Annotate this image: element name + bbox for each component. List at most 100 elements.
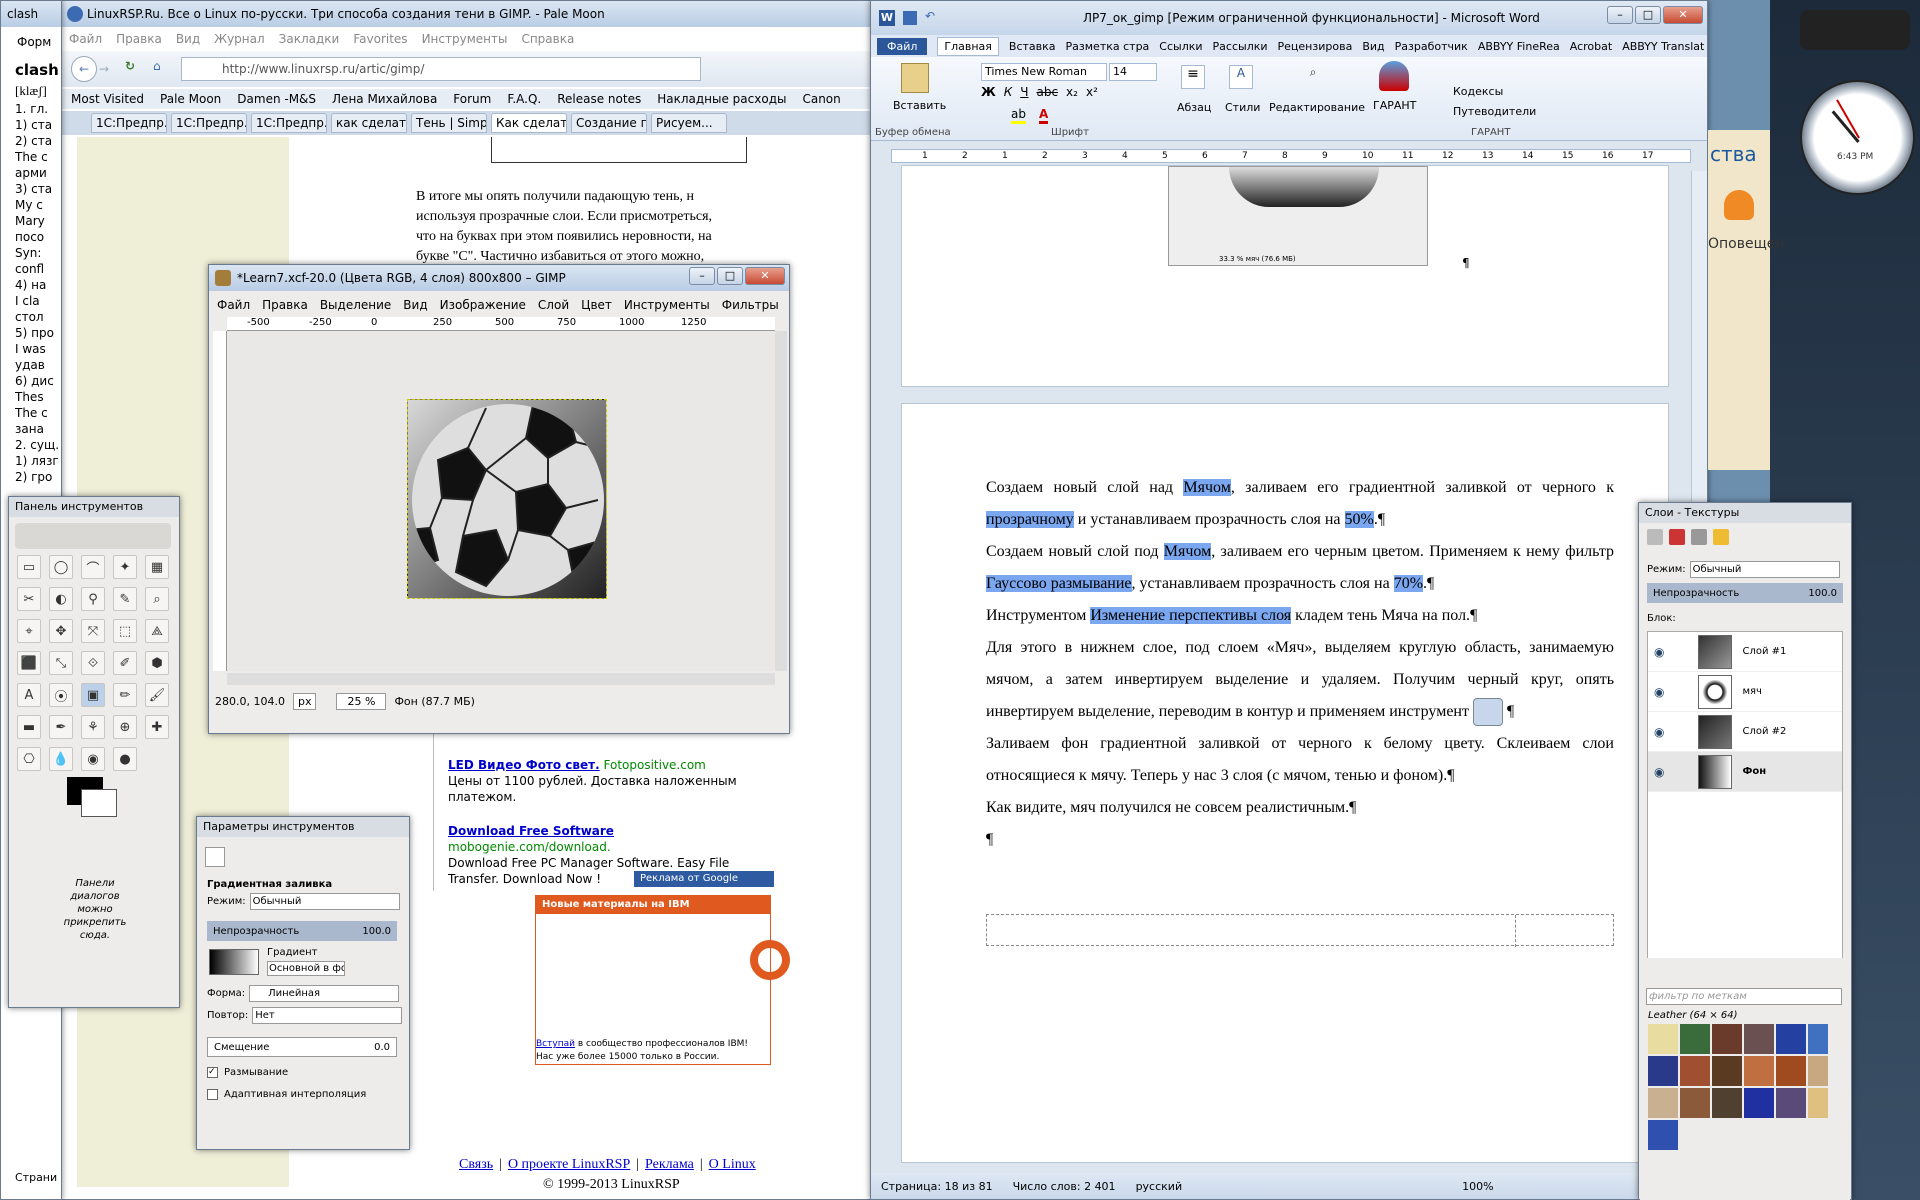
browser-tab[interactable]: 1С:Предпр... bbox=[251, 113, 327, 133]
pattern-grid[interactable] bbox=[1648, 1024, 1828, 1200]
shape-select[interactable]: Линейная bbox=[249, 985, 400, 1002]
gimp-menu-item[interactable]: Фильтры bbox=[722, 295, 779, 315]
strike-button[interactable]: abc bbox=[1036, 85, 1058, 99]
opacity-slider[interactable]: Непрозрачность 100.0 bbox=[207, 921, 397, 941]
footer-link[interactable]: О проекте LinuxRSP bbox=[508, 1157, 630, 1173]
gimp-menu-item[interactable]: Вид bbox=[403, 295, 427, 315]
clone-icon[interactable]: ⊕ bbox=[113, 715, 137, 739]
footer-link[interactable]: Реклама bbox=[645, 1157, 694, 1173]
ribbon-tab[interactable]: Файл bbox=[877, 37, 928, 55]
ribbon-tab[interactable]: Разработчик bbox=[1395, 40, 1468, 53]
pattern-swatch[interactable] bbox=[1808, 1056, 1828, 1086]
bookmark-item[interactable]: Canon bbox=[802, 92, 840, 106]
reload-button[interactable]: ↻ bbox=[125, 59, 145, 79]
pattern-swatch[interactable] bbox=[1712, 1088, 1742, 1118]
zoom-icon[interactable]: ⌕ bbox=[145, 587, 169, 611]
pattern-swatch[interactable] bbox=[1808, 1088, 1828, 1118]
align-icon[interactable]: ⤧ bbox=[81, 619, 105, 643]
status-zoom[interactable]: 100% bbox=[1462, 1180, 1493, 1193]
codex-button[interactable]: Кодексы bbox=[1453, 85, 1503, 98]
airbrush-icon[interactable]: ✒ bbox=[49, 715, 73, 739]
save-icon[interactable] bbox=[903, 11, 917, 25]
eye-icon[interactable]: ◉ bbox=[1654, 685, 1664, 699]
dither-checkbox[interactable]: ✓ bbox=[207, 1067, 218, 1078]
paths-icon[interactable]: ⚲ bbox=[81, 587, 105, 611]
browser-tab[interactable]: как сделать... bbox=[331, 113, 407, 133]
pattern-swatch[interactable] bbox=[1776, 1088, 1806, 1118]
pattern-swatch[interactable] bbox=[1648, 1024, 1678, 1054]
free-select-icon[interactable]: ⌒ bbox=[81, 555, 105, 579]
italic-button[interactable]: К bbox=[1004, 85, 1013, 99]
foreground-select-icon[interactable]: ◐ bbox=[49, 587, 73, 611]
ribbon-tab[interactable]: Вид bbox=[1362, 40, 1384, 53]
ellipse-select-icon[interactable]: ◯ bbox=[49, 555, 73, 579]
browser-menu-item[interactable]: Правка bbox=[116, 29, 162, 49]
crop-icon[interactable]: ⬚ bbox=[113, 619, 137, 643]
color-select-icon[interactable]: ▦ bbox=[145, 555, 169, 579]
browser-menu-item[interactable]: Закладки bbox=[279, 29, 340, 49]
ribbon-tab[interactable]: ABBYY FineRea bbox=[1478, 40, 1560, 53]
minimize-button[interactable]: – bbox=[689, 267, 715, 285]
fuzzy-select-icon[interactable]: ✦ bbox=[113, 555, 137, 579]
gimp-menu-item[interactable]: Правка bbox=[262, 295, 308, 315]
home-button[interactable]: ⌂ bbox=[153, 59, 173, 79]
bookmark-item[interactable]: Damen -M&S bbox=[237, 92, 316, 106]
browser-menu-item[interactable]: Инструменты bbox=[422, 29, 508, 49]
gimp-menu-item[interactable]: Цвет bbox=[581, 295, 612, 315]
pattern-swatch[interactable] bbox=[1680, 1088, 1710, 1118]
doc-paragraph[interactable]: Для этого в нижнем слое, под слоем «Мяч»… bbox=[986, 632, 1614, 728]
eraser-icon[interactable]: ▬ bbox=[17, 715, 41, 739]
bold-button[interactable]: Ж bbox=[981, 85, 996, 99]
paste-icon[interactable] bbox=[901, 63, 929, 93]
pattern-swatch[interactable] bbox=[1648, 1120, 1678, 1150]
flip-icon[interactable]: ✐ bbox=[113, 651, 137, 675]
undo-icon[interactable]: ↶ bbox=[925, 9, 935, 23]
browser-tab[interactable]: Создание п... bbox=[571, 113, 647, 133]
styles-icon[interactable]: A bbox=[1229, 65, 1253, 89]
pencil-icon[interactable]: ✏ bbox=[113, 683, 137, 707]
ribbon-tab[interactable]: Вставка bbox=[1009, 40, 1056, 53]
pattern-swatch[interactable] bbox=[1712, 1024, 1742, 1054]
ribbon-tab[interactable]: Разметка стра bbox=[1066, 40, 1150, 53]
bucket-fill-icon[interactable]: ⦿ bbox=[49, 683, 73, 707]
gimp-scrollbar-v[interactable] bbox=[775, 331, 787, 671]
pattern-swatch[interactable] bbox=[1712, 1056, 1742, 1086]
pattern-swatch[interactable] bbox=[1680, 1024, 1710, 1054]
pattern-swatch[interactable] bbox=[1744, 1024, 1774, 1054]
pattern-swatch[interactable] bbox=[1776, 1024, 1806, 1054]
subscript-button[interactable]: x₂ bbox=[1066, 85, 1078, 99]
ink-icon[interactable]: ⚘ bbox=[81, 715, 105, 739]
ribbon-tab[interactable]: Ссылки bbox=[1159, 40, 1202, 53]
zoom-select[interactable]: 25 % bbox=[336, 692, 387, 710]
channels-tab-icon[interactable] bbox=[1669, 529, 1685, 545]
browser-menu-item[interactable]: Файл bbox=[69, 29, 102, 49]
gimp-canvas[interactable] bbox=[227, 331, 775, 671]
ribbon-tab[interactable]: Главная bbox=[937, 36, 999, 56]
bg-color-swatch[interactable] bbox=[81, 789, 117, 817]
bookmark-item[interactable]: Pale Moon bbox=[160, 92, 221, 106]
pattern-swatch[interactable] bbox=[1744, 1056, 1774, 1086]
blur-icon[interactable]: 💧 bbox=[49, 747, 73, 771]
eye-icon[interactable]: ◉ bbox=[1654, 725, 1664, 739]
offset-slider[interactable]: Смещение 0.0 bbox=[207, 1037, 397, 1057]
doc-paragraph[interactable]: Заливаем фон градиентной заливкой от чер… bbox=[986, 728, 1614, 792]
layer-row[interactable]: ◉ Фон bbox=[1648, 752, 1842, 792]
browser-tab[interactable]: Тень | Simply bbox=[411, 113, 487, 133]
gimp-menu-item[interactable]: Слой bbox=[538, 295, 569, 315]
move-icon[interactable]: ✥ bbox=[49, 619, 73, 643]
scissors-icon[interactable]: ✂ bbox=[17, 587, 41, 611]
layers-opacity-slider[interactable]: Непрозрачность 100.0 bbox=[1647, 583, 1843, 603]
status-lang[interactable]: русский bbox=[1136, 1180, 1183, 1193]
doc-body[interactable]: Создаем новый слой над Мячом, заливаем е… bbox=[986, 472, 1614, 856]
underline-button[interactable]: Ч bbox=[1020, 85, 1028, 99]
styles-label[interactable]: Стили bbox=[1225, 101, 1260, 114]
layer-row[interactable]: ◉ мяч bbox=[1648, 672, 1842, 712]
doc-paragraph[interactable]: Инструментом Изменение перспективы слоя … bbox=[986, 600, 1614, 632]
heal-icon[interactable]: ✚ bbox=[145, 715, 169, 739]
layer-row[interactable]: ◉ Слой #1 bbox=[1648, 632, 1842, 672]
doc-paragraph[interactable]: Создаем новый слой над Мячом, заливаем е… bbox=[986, 472, 1614, 536]
bookmark-item[interactable]: Release notes bbox=[557, 92, 641, 106]
pattern-swatch[interactable] bbox=[1648, 1056, 1678, 1086]
doc-paragraph[interactable]: Как видите, мяч получился не совсем реал… bbox=[986, 792, 1614, 824]
paths-tab-icon[interactable] bbox=[1691, 529, 1707, 545]
